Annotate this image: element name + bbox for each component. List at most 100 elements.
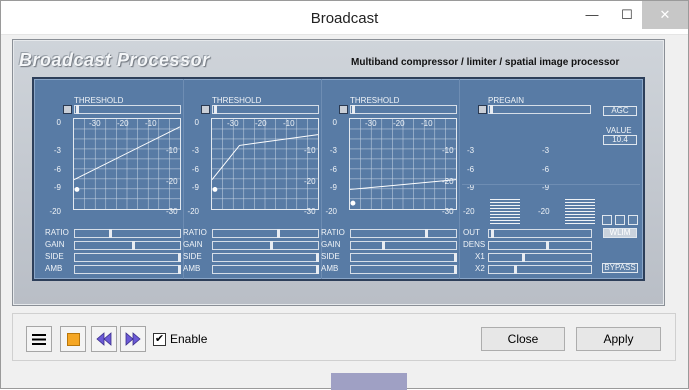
slider-thumb[interactable] — [109, 229, 112, 238]
next-button[interactable] — [120, 326, 146, 352]
out-tick: -3 — [542, 146, 550, 155]
close-button[interactable]: Close — [481, 327, 565, 351]
x-tick: -10 — [283, 119, 295, 128]
enable-label: Enable — [170, 332, 208, 346]
slider-thumb[interactable] — [178, 253, 181, 262]
threshold-slider[interactable] — [212, 105, 319, 114]
band-slider-label: RATIO — [183, 228, 207, 237]
x-tick: -20 — [255, 119, 267, 128]
band-slider-label: GAIN — [45, 240, 65, 249]
band-slider-gain[interactable] — [350, 241, 457, 250]
right-tick: -30 — [166, 207, 178, 216]
background-window-strip — [331, 373, 407, 390]
band-slider-ratio[interactable] — [74, 229, 181, 238]
band-slider-side[interactable] — [212, 253, 319, 262]
previous-button[interactable] — [91, 326, 117, 352]
band-slider-label: GAIN — [321, 240, 341, 249]
band-threshold-toggle[interactable] — [63, 105, 72, 114]
output-divider — [462, 184, 640, 185]
transfer-curve-grid — [73, 119, 181, 209]
level-meter-right — [565, 199, 595, 225]
band-slider-gain[interactable] — [74, 241, 181, 250]
band-slider-side[interactable] — [350, 253, 457, 262]
y-tick: -20 — [325, 207, 337, 216]
slider-thumb[interactable] — [316, 253, 319, 262]
slider-thumb[interactable] — [546, 241, 549, 250]
output-slider-dens[interactable] — [488, 241, 592, 250]
right-tick: -30 — [442, 207, 454, 216]
y-tick: -6 — [329, 165, 337, 174]
band-slider-ratio[interactable] — [350, 229, 457, 238]
output-slider-out[interactable] — [488, 229, 592, 238]
y-tick: -6 — [53, 165, 61, 174]
band-slider-ratio[interactable] — [212, 229, 319, 238]
band-slider-amb[interactable] — [212, 265, 319, 274]
transfer-curve-graph[interactable] — [349, 118, 457, 210]
slider-thumb[interactable] — [382, 241, 385, 250]
wlim-toggle-1[interactable] — [602, 215, 612, 225]
slider-thumb[interactable] — [522, 253, 525, 262]
apply-button[interactable]: Apply — [576, 327, 661, 351]
right-tick: -10 — [442, 146, 454, 155]
transfer-curve-grid — [349, 119, 457, 209]
band-threshold-toggle[interactable] — [201, 105, 210, 114]
transfer-curve-grid — [211, 119, 319, 209]
band-slider-amb[interactable] — [74, 265, 181, 274]
slider-thumb[interactable] — [454, 265, 457, 274]
slider-thumb[interactable] — [352, 105, 355, 114]
menu-button[interactable] — [26, 326, 52, 352]
x-tick: -30 — [227, 119, 239, 128]
bypass-button[interactable]: BYPASS — [602, 263, 638, 273]
hamburger-icon — [32, 333, 46, 345]
right-tick: -20 — [304, 177, 316, 186]
slider-thumb[interactable] — [491, 229, 494, 238]
output-slider-x1[interactable] — [488, 253, 592, 262]
close-window-button[interactable]: ✕ — [642, 1, 688, 29]
pregain-slider[interactable] — [488, 105, 591, 114]
slider-thumb[interactable] — [490, 105, 493, 114]
y-tick: -3 — [53, 146, 61, 155]
broadcast-window: Broadcast — ☐ ✕ Broadcast Processor Mult… — [0, 0, 689, 390]
out-tick: -6 — [542, 165, 550, 174]
wlim-toggle-3[interactable] — [628, 215, 638, 225]
threshold-label: THRESHOLD — [212, 96, 262, 105]
maximize-button[interactable]: ☐ — [610, 1, 644, 29]
slider-thumb[interactable] — [214, 105, 217, 114]
slider-thumb[interactable] — [425, 229, 428, 238]
out-tick: -20 — [463, 207, 475, 216]
pregain-toggle[interactable] — [478, 105, 487, 114]
y-tick: -9 — [191, 183, 199, 192]
slider-thumb[interactable] — [277, 229, 280, 238]
band-slider-gain[interactable] — [212, 241, 319, 250]
stop-button[interactable] — [60, 326, 86, 352]
x-tick: -10 — [145, 119, 157, 128]
transfer-curve-graph[interactable] — [73, 118, 181, 210]
slider-thumb[interactable] — [132, 241, 135, 250]
threshold-slider[interactable] — [350, 105, 457, 114]
band-slider-amb[interactable] — [350, 265, 457, 274]
band-separator — [459, 79, 460, 279]
band-slider-label: SIDE — [321, 252, 340, 261]
band-slider-label: RATIO — [45, 228, 69, 237]
band-separator — [183, 79, 184, 279]
slider-thumb[interactable] — [76, 105, 79, 114]
slider-thumb[interactable] — [514, 265, 517, 274]
enable-checkbox[interactable]: ✔ — [153, 333, 166, 346]
slider-thumb[interactable] — [178, 265, 181, 274]
wlim-button[interactable]: WLIM — [603, 228, 637, 238]
band-threshold-toggle[interactable] — [339, 105, 348, 114]
minimize-button[interactable]: — — [575, 1, 609, 29]
slider-thumb[interactable] — [454, 253, 457, 262]
slider-thumb[interactable] — [270, 241, 273, 250]
right-tick: -10 — [166, 146, 178, 155]
slider-thumb[interactable] — [316, 265, 319, 274]
output-slider-x2[interactable] — [488, 265, 592, 274]
right-tick: -30 — [304, 207, 316, 216]
transfer-curve-graph[interactable] — [211, 118, 319, 210]
threshold-label: THRESHOLD — [74, 96, 124, 105]
band-slider-side[interactable] — [74, 253, 181, 262]
level-meter-left — [490, 199, 520, 225]
wlim-toggle-2[interactable] — [615, 215, 625, 225]
threshold-slider[interactable] — [74, 105, 181, 114]
agc-button[interactable]: AGC — [603, 106, 637, 116]
